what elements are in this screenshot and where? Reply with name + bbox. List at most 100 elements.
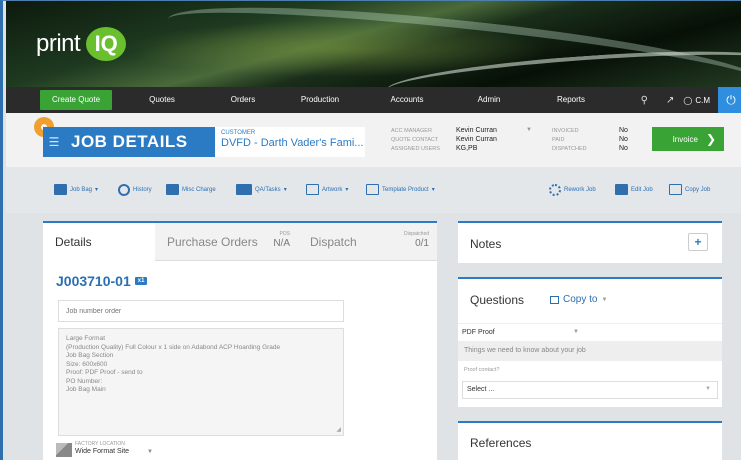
tab-dispatch-label: Dispatch [310, 234, 357, 249]
questions-info: Things we need to know about your job [458, 341, 722, 361]
job-bag-button[interactable]: Job Bag ▾ [54, 184, 98, 195]
notes-title: Notes [470, 237, 502, 251]
resize-handle-icon[interactable]: ◢ [336, 426, 341, 435]
invoiced-value: No [619, 127, 628, 134]
copy-to-label: Copy to [563, 294, 598, 305]
proof-type-value: PDF Proof [462, 329, 495, 336]
proof-contact-select[interactable]: Select ... ▼ [462, 381, 718, 399]
expand-icon[interactable]: ↗ [666, 95, 674, 106]
customer-box[interactable]: CUSTOMER DVFD - Darth Vader's Fami... [215, 127, 365, 157]
user-menu[interactable]: ◯ C.M [683, 96, 710, 105]
job-toolbar: Job Bag ▾ History Misc Charge QA/Tasks ▾… [6, 167, 741, 213]
job-description-textarea[interactable]: Large Format (Production Quality) Full C… [58, 328, 344, 436]
quote-contact-value: Kevin Curran [456, 136, 497, 143]
invoice-label: Invoice [672, 134, 698, 144]
template-product-button[interactable]: Template Product ▾ [366, 184, 435, 195]
nav-orders[interactable]: Orders [212, 87, 274, 113]
qa-tasks-button[interactable]: QA/Tasks ▾ [236, 184, 287, 195]
tab-details[interactable]: Details [43, 223, 155, 261]
edit-job-label: Edit Job [631, 186, 653, 193]
misc-charge-button[interactable]: Misc Charge [166, 184, 216, 195]
share-icon [550, 295, 559, 304]
nav-quotes[interactable]: Quotes [112, 87, 212, 113]
user-icon: ◯ [683, 95, 693, 105]
template-icon [366, 184, 379, 195]
description-line: Size: 600x600 [66, 360, 108, 368]
questions-title: Questions [470, 293, 525, 307]
customer-value: DVFD - Darth Vader's Fami... [221, 137, 364, 149]
chevron-right-icon: ❯ [705, 132, 716, 146]
invoiced-label: INVOICED [552, 128, 579, 134]
job-bag-label: Job Bag [70, 186, 93, 193]
factory-location-select[interactable]: FACTORY LOCATION Wide Format Site ▼ [56, 441, 153, 457]
copy-to-button[interactable]: Copy to ▼ [550, 294, 607, 305]
tasks-icon [236, 184, 252, 195]
page-title: JOB DETAILS [71, 132, 188, 151]
description-line: PO Number: [66, 377, 103, 385]
dispatched-count-value: 0/1 [415, 238, 429, 249]
questions-panel: Questions Copy to ▼ PDF Proof ▼ Things w… [458, 277, 722, 407]
nav-admin[interactable]: Admin [448, 87, 530, 113]
account-values: Kevin Curran Kevin Curran KG,PB [456, 126, 497, 153]
factory-location-value: Wide Format Site [75, 448, 130, 455]
chevron-down-icon: ▼ [601, 296, 608, 303]
notes-panel: Notes + [458, 221, 722, 263]
job-details-panel: Details Purchase Orders POS N/A Dispatch… [43, 221, 437, 460]
copy-job-label: Copy Job [685, 186, 711, 193]
dollar-icon [166, 184, 179, 195]
menu-icon[interactable]: ☰ [43, 135, 65, 149]
description-line: Job Bag Section [66, 352, 114, 359]
printiq-logo[interactable]: print IQ [36, 27, 127, 61]
nav-production[interactable]: Production [274, 87, 366, 113]
gears-icon [549, 184, 561, 196]
factory-location-label: FACTORY LOCATION [75, 441, 125, 447]
user-initials: C.M [695, 95, 710, 105]
chevron-down-icon[interactable]: ▼ [526, 127, 532, 133]
quote-contact-label: QUOTE CONTACT [391, 137, 439, 143]
history-button[interactable]: History [118, 184, 152, 196]
chevron-down-icon: ▼ [147, 449, 153, 455]
qa-tasks-label: QA/Tasks [255, 186, 281, 193]
job-number: J003710-01 x1 [56, 273, 148, 289]
image-icon [306, 184, 319, 195]
references-title: References [470, 436, 532, 450]
rework-job-label: Rework Job [564, 187, 596, 193]
description-line: (Production Quality) Full Colour x 1 sid… [66, 343, 281, 351]
power-icon[interactable]: ⏻ [718, 87, 741, 113]
search-icon[interactable]: ⚲ [641, 95, 648, 106]
tab-purchase-orders[interactable]: Purchase Orders POS N/A [155, 223, 298, 261]
nav-reports[interactable]: Reports [530, 87, 612, 113]
proof-type-select[interactable]: PDF Proof ▼ [458, 323, 722, 341]
app-frame: print IQ Create Quote Quotes Orders Prod… [0, 0, 741, 460]
artwork-label: Artwork [322, 186, 343, 193]
job-title-bar: ☰ JOB DETAILS [43, 127, 215, 157]
dispatched-value: No [619, 145, 628, 152]
factory-icon [56, 443, 72, 457]
paid-label: PAID [552, 137, 565, 143]
rework-job-button[interactable]: Rework Job [549, 184, 596, 196]
main-nav: Create Quote Quotes Orders Production Ac… [6, 87, 741, 113]
acc-manager-value[interactable]: Kevin Curran [456, 126, 497, 135]
template-product-label: Template Product [382, 186, 429, 193]
invoice-button[interactable]: Invoice ❯ [652, 127, 724, 151]
job-bag-icon [54, 184, 67, 195]
nav-accounts[interactable]: Accounts [366, 87, 448, 113]
artwork-button[interactable]: Artwork ▾ [306, 184, 348, 195]
status-labels: INVOICED PAID DISPATCHED [552, 127, 587, 154]
chevron-down-icon: ▾ [95, 187, 99, 193]
assigned-users-label: ASSIGNED USERS [391, 146, 440, 152]
chevron-down-icon: ▾ [283, 187, 287, 193]
dispatched-label: DISPATCHED [552, 146, 587, 152]
create-quote-button[interactable]: Create Quote [40, 90, 112, 110]
job-name-input[interactable] [58, 300, 344, 322]
tab-details-label: Details [55, 235, 92, 249]
tab-dispatch[interactable]: Dispatch Dispatched 0/1 [298, 223, 437, 261]
chevron-down-icon: ▾ [345, 187, 349, 193]
copy-job-button[interactable]: Copy Job [669, 184, 710, 195]
add-note-button[interactable]: + [688, 233, 708, 251]
misc-charge-label: Misc Charge [182, 186, 216, 193]
dispatched-count-label: Dispatched [403, 231, 429, 237]
header-banner: print IQ [6, 1, 741, 87]
tab-purchase-orders-label: Purchase Orders [167, 234, 258, 249]
edit-job-button[interactable]: Edit Job [615, 184, 653, 195]
